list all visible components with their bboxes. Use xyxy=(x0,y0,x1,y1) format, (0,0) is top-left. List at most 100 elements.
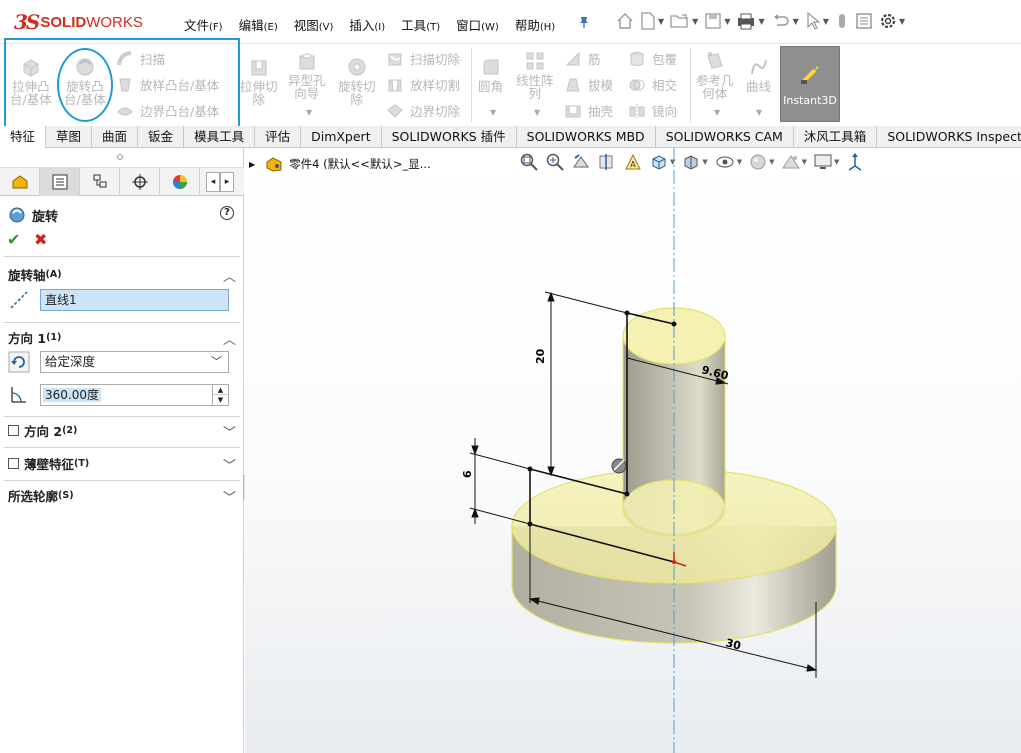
pin-icon[interactable] xyxy=(578,16,590,28)
loft-button[interactable]: 放样凸台/基体 xyxy=(116,75,219,94)
dimension-height-value[interactable]: 20 xyxy=(534,348,547,364)
options-dropdown-icon[interactable]: ▼ xyxy=(899,17,905,26)
direction2-section-header[interactable]: 方向 2 (2) ﹀ xyxy=(8,421,240,441)
linear-pattern-button[interactable]: 线性阵 列 xyxy=(516,50,554,100)
dimension-thickness-value[interactable]: 6 xyxy=(461,470,474,478)
rebuild-traffic-light-icon[interactable] xyxy=(835,12,849,30)
hole-wizard-button[interactable]: 异型孔 向导 xyxy=(288,50,326,100)
help-icon[interactable]: ? xyxy=(220,206,234,220)
sweep-cut-button[interactable]: 扫描切除 xyxy=(386,49,460,68)
print-icon[interactable]: ▼ xyxy=(736,12,765,30)
open-folder-icon[interactable]: ▼ xyxy=(670,12,698,30)
pattern-dropdown-icon[interactable]: ▼ xyxy=(534,108,540,117)
fillet-dropdown-icon[interactable]: ▼ xyxy=(490,108,496,117)
boundary-boss-button[interactable]: 边界凸台/基体 xyxy=(116,101,219,120)
solidworks-logo[interactable]: 3S SOLIDWORKS xyxy=(14,8,143,36)
shell-button[interactable]: 抽壳 xyxy=(564,101,613,120)
tab-features[interactable]: 特征 xyxy=(0,126,47,148)
tab-feature-manager[interactable] xyxy=(0,168,40,196)
tab-configuration-manager[interactable] xyxy=(80,168,120,196)
select-dropdown-icon[interactable]: ▼ xyxy=(823,17,829,26)
collapse-chevron-icon[interactable]: ︿ xyxy=(223,329,236,348)
menu-help[interactable]: 帮助(H) xyxy=(515,15,555,34)
selected-contours-section-header[interactable]: 所选轮廓 (S) ﹀ xyxy=(8,486,240,507)
curves-dropdown-icon[interactable]: ▼ xyxy=(756,108,762,117)
tab-dimxpert-manager[interactable] xyxy=(120,168,160,196)
tab-solidworks-mbd[interactable]: SOLIDWORKS MBD xyxy=(517,126,656,148)
tab-property-manager[interactable] xyxy=(40,168,80,196)
revolve-cut-button[interactable]: 旋转切 除 xyxy=(338,56,376,106)
intersect-button[interactable]: 相交 xyxy=(628,75,677,94)
tab-sketch[interactable]: 草图 xyxy=(46,126,93,148)
angle-input[interactable]: 360.00度 ▲ ▼ xyxy=(40,384,229,406)
draft-button[interactable]: 拔模 xyxy=(564,75,613,94)
revolve-boss-button[interactable]: 旋转凸 台/基体 xyxy=(64,56,106,106)
sweep-button[interactable]: 扫描 xyxy=(116,49,165,68)
expand-chevron-icon[interactable]: ﹀ xyxy=(223,487,236,506)
file-properties-icon[interactable] xyxy=(855,12,873,30)
boundary-cut-button[interactable]: 边界切除 xyxy=(386,101,460,120)
fillet-button[interactable]: 圆角 xyxy=(478,56,503,93)
revolve-axis-field[interactable]: 直线1 xyxy=(40,289,229,311)
collapse-chevron-icon[interactable]: ︿ xyxy=(223,266,236,285)
tab-sheet-metal[interactable]: 钣金 xyxy=(138,126,185,148)
reverse-direction-icon[interactable] xyxy=(8,351,30,373)
revolve-axis-section-header[interactable]: 旋转轴 (A) ︿ xyxy=(8,265,240,286)
direction2-checkbox[interactable] xyxy=(8,424,19,436)
new-document-icon[interactable]: ▼ xyxy=(640,12,664,30)
tab-dimxpert[interactable]: DimXpert xyxy=(301,126,382,148)
save-icon[interactable]: ▼ xyxy=(704,12,730,30)
tab-solidworks-cam[interactable]: SOLIDWORKS CAM xyxy=(656,126,794,148)
end-condition-select[interactable]: 给定深度 ﹀ xyxy=(40,351,229,373)
spin-down-icon[interactable]: ▼ xyxy=(213,395,228,405)
boundary-cut-label: 边界切除 xyxy=(410,104,461,119)
expand-chevron-icon[interactable]: ﹀ xyxy=(223,422,236,441)
tab-solidworks-inspection[interactable]: SOLIDWORKS Inspection xyxy=(877,126,1021,148)
tab-solidworks-addins[interactable]: SOLIDWORKS 插件 xyxy=(382,126,517,148)
rib-button[interactable]: 筋 xyxy=(564,49,601,68)
direction1-section-header[interactable]: 方向 1 (1) ︿ xyxy=(8,328,240,349)
tab-evaluate[interactable]: 评估 xyxy=(255,126,302,148)
home-icon[interactable] xyxy=(616,12,634,30)
dimension-flange-value[interactable]: 30 xyxy=(724,636,742,652)
menu-tools[interactable]: 工具(T) xyxy=(401,15,440,34)
menu-window[interactable]: 窗口(W) xyxy=(456,15,499,34)
menu-file[interactable]: 文件(F) xyxy=(184,15,223,34)
loft-cut-button[interactable]: 放样切割 xyxy=(386,75,460,94)
select-pointer-icon[interactable]: ▼ xyxy=(805,12,829,30)
angle-spinner[interactable]: ▲ ▼ xyxy=(212,385,228,405)
menu-insert[interactable]: 插入(I) xyxy=(349,15,385,34)
tabs-scroll-right-icon[interactable]: ▸ xyxy=(220,172,234,192)
extrude-cut-button[interactable]: 拉伸切 除 xyxy=(240,56,278,106)
ref-geom-dropdown-icon[interactable]: ▼ xyxy=(714,108,720,117)
save-dropdown-icon[interactable]: ▼ xyxy=(724,17,730,26)
tab-surfaces[interactable]: 曲面 xyxy=(92,126,139,148)
thin-feature-section-header[interactable]: 薄壁特征 (T) ﹀ xyxy=(8,454,240,474)
ok-button[interactable]: ✔ xyxy=(7,230,20,249)
tab-display-manager[interactable] xyxy=(160,168,200,196)
expand-chevron-icon[interactable]: ﹀ xyxy=(223,455,236,474)
undo-dropdown-icon[interactable]: ▼ xyxy=(793,17,799,26)
tabs-scroll-left-icon[interactable]: ◂ xyxy=(206,172,220,192)
reference-geometry-button[interactable]: 参考几 何体 xyxy=(696,50,734,100)
instant3d-button[interactable]: Instant3D xyxy=(780,46,840,122)
new-dropdown-icon[interactable]: ▼ xyxy=(658,17,664,26)
hole-wizard-dropdown-icon[interactable]: ▼ xyxy=(306,108,312,117)
menu-view[interactable]: 视图(V) xyxy=(294,15,334,34)
tab-mold-tools[interactable]: 模具工具 xyxy=(184,126,256,148)
graphics-area[interactable]: ▶ 零件4 (默认<<默认>_显... A ▼ ▼ ▼ ▼ ▼ ▼ 20 9.6… xyxy=(245,148,1021,753)
undo-icon[interactable]: ▼ xyxy=(771,12,799,30)
panel-collapse-handle[interactable] xyxy=(0,148,244,168)
menu-edit[interactable]: 编辑(E) xyxy=(239,15,278,34)
open-dropdown-icon[interactable]: ▼ xyxy=(692,17,698,26)
tab-mufeng-toolbox[interactable]: 沐风工具箱 xyxy=(794,126,878,148)
extrude-boss-button[interactable]: 拉伸凸 台/基体 xyxy=(10,56,52,106)
print-dropdown-icon[interactable]: ▼ xyxy=(758,17,764,26)
cancel-button[interactable]: ✖ xyxy=(34,230,47,249)
mirror-button[interactable]: 镜向 xyxy=(628,101,677,120)
thin-feature-checkbox[interactable] xyxy=(8,457,19,469)
spin-up-icon[interactable]: ▲ xyxy=(213,385,228,395)
wrap-button[interactable]: 包覆 xyxy=(628,49,677,68)
options-gear-icon[interactable]: ▼ xyxy=(879,12,905,30)
curves-button[interactable]: 曲线 xyxy=(746,56,771,93)
